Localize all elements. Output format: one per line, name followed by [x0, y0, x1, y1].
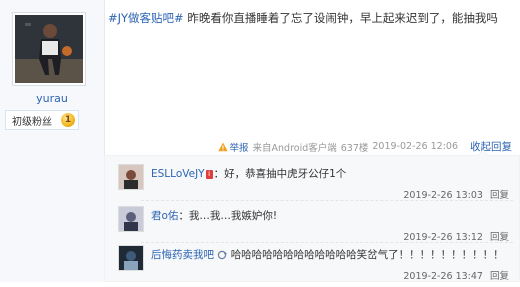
topic-tag-link[interactable]: #JY做客贴吧#	[108, 11, 184, 25]
post-meta: 举报 来自Android客户端 637楼 2019-02-26 12:06 收起…	[217, 139, 512, 154]
reply-username[interactable]: 后悔药卖我吧	[151, 249, 214, 261]
reply-avatar[interactable]	[118, 206, 144, 232]
reply-text: 哈哈哈哈哈哈哈哈哈哈哈哈笑岔气了！！！！！！！！！！	[230, 249, 504, 261]
level-medal-icon: 1	[61, 113, 75, 127]
loop-icon	[218, 250, 228, 260]
fan-level-label: 初级粉丝	[12, 116, 52, 128]
panel-pointer	[477, 149, 489, 156]
reply-button[interactable]: 回复	[490, 271, 509, 282]
post-body: 昨晚看你直播睡着了忘了设闹钟，早上起来迟到了，能抽我吗	[183, 11, 498, 25]
reply-avatar[interactable]	[118, 164, 144, 190]
player-photo-avatar-icon	[15, 15, 83, 83]
post-source[interactable]: 来自Android客户端	[253, 140, 337, 154]
post-time: 2019-02-26 12:06	[372, 141, 458, 152]
reply-meta: 2019-2-26 13:47 回复	[403, 268, 509, 282]
reply-body: 君o佑：我…我…我嫉妒你!	[151, 208, 277, 223]
post-content: #JY做客贴吧# 昨晚看你直播睡着了忘了设闹钟，早上起来迟到了，能抽我吗 举报 …	[104, 0, 520, 282]
reply-username[interactable]: ESLLoVeJY	[151, 168, 205, 180]
reply-body: 后悔药卖我吧 哈哈哈哈哈哈哈哈哈哈哈哈笑岔气了！！！！！！！！！！	[151, 247, 504, 262]
post-text: #JY做客贴吧# 昨晚看你直播睡着了忘了设闹钟，早上起来迟到了，能抽我吗	[108, 10, 498, 26]
author-username[interactable]: yurau	[0, 92, 104, 105]
reply-text: ：我…我…我嫉妒你!	[178, 210, 278, 222]
report-link[interactable]: 举报	[217, 140, 249, 154]
warning-icon	[217, 142, 228, 151]
reply-time: 2019-2-26 13:47	[403, 271, 483, 282]
reply-body: ESLLoVeJY i ：好，恭喜抽中虎牙公仔1个	[151, 166, 346, 181]
reply-meta: 2019-2-26 13:03 回复	[403, 187, 509, 201]
sub-reply-item: 后悔药卖我吧 哈哈哈哈哈哈哈哈哈哈哈哈笑岔气了！！！！！！！！！！ 2019-2…	[115, 241, 515, 287]
reply-username[interactable]: 君o佑	[151, 210, 178, 222]
author-avatar[interactable]	[12, 12, 86, 86]
reply-avatar[interactable]	[118, 245, 144, 271]
fan-level-badge[interactable]: 初级粉丝 1	[5, 110, 79, 130]
vip-badge-icon: i	[205, 169, 213, 179]
reply-text: ：好，恭喜抽中虎牙公仔1个	[213, 168, 347, 180]
floor-number: 637楼	[340, 142, 369, 154]
sub-reply-panel: ESLLoVeJY i ：好，恭喜抽中虎牙公仔1个 2019-2-26 13:03 …	[104, 149, 520, 282]
report-label: 举报	[229, 142, 249, 154]
author-sidebar: yurau 初级粉丝 1	[0, 0, 105, 282]
